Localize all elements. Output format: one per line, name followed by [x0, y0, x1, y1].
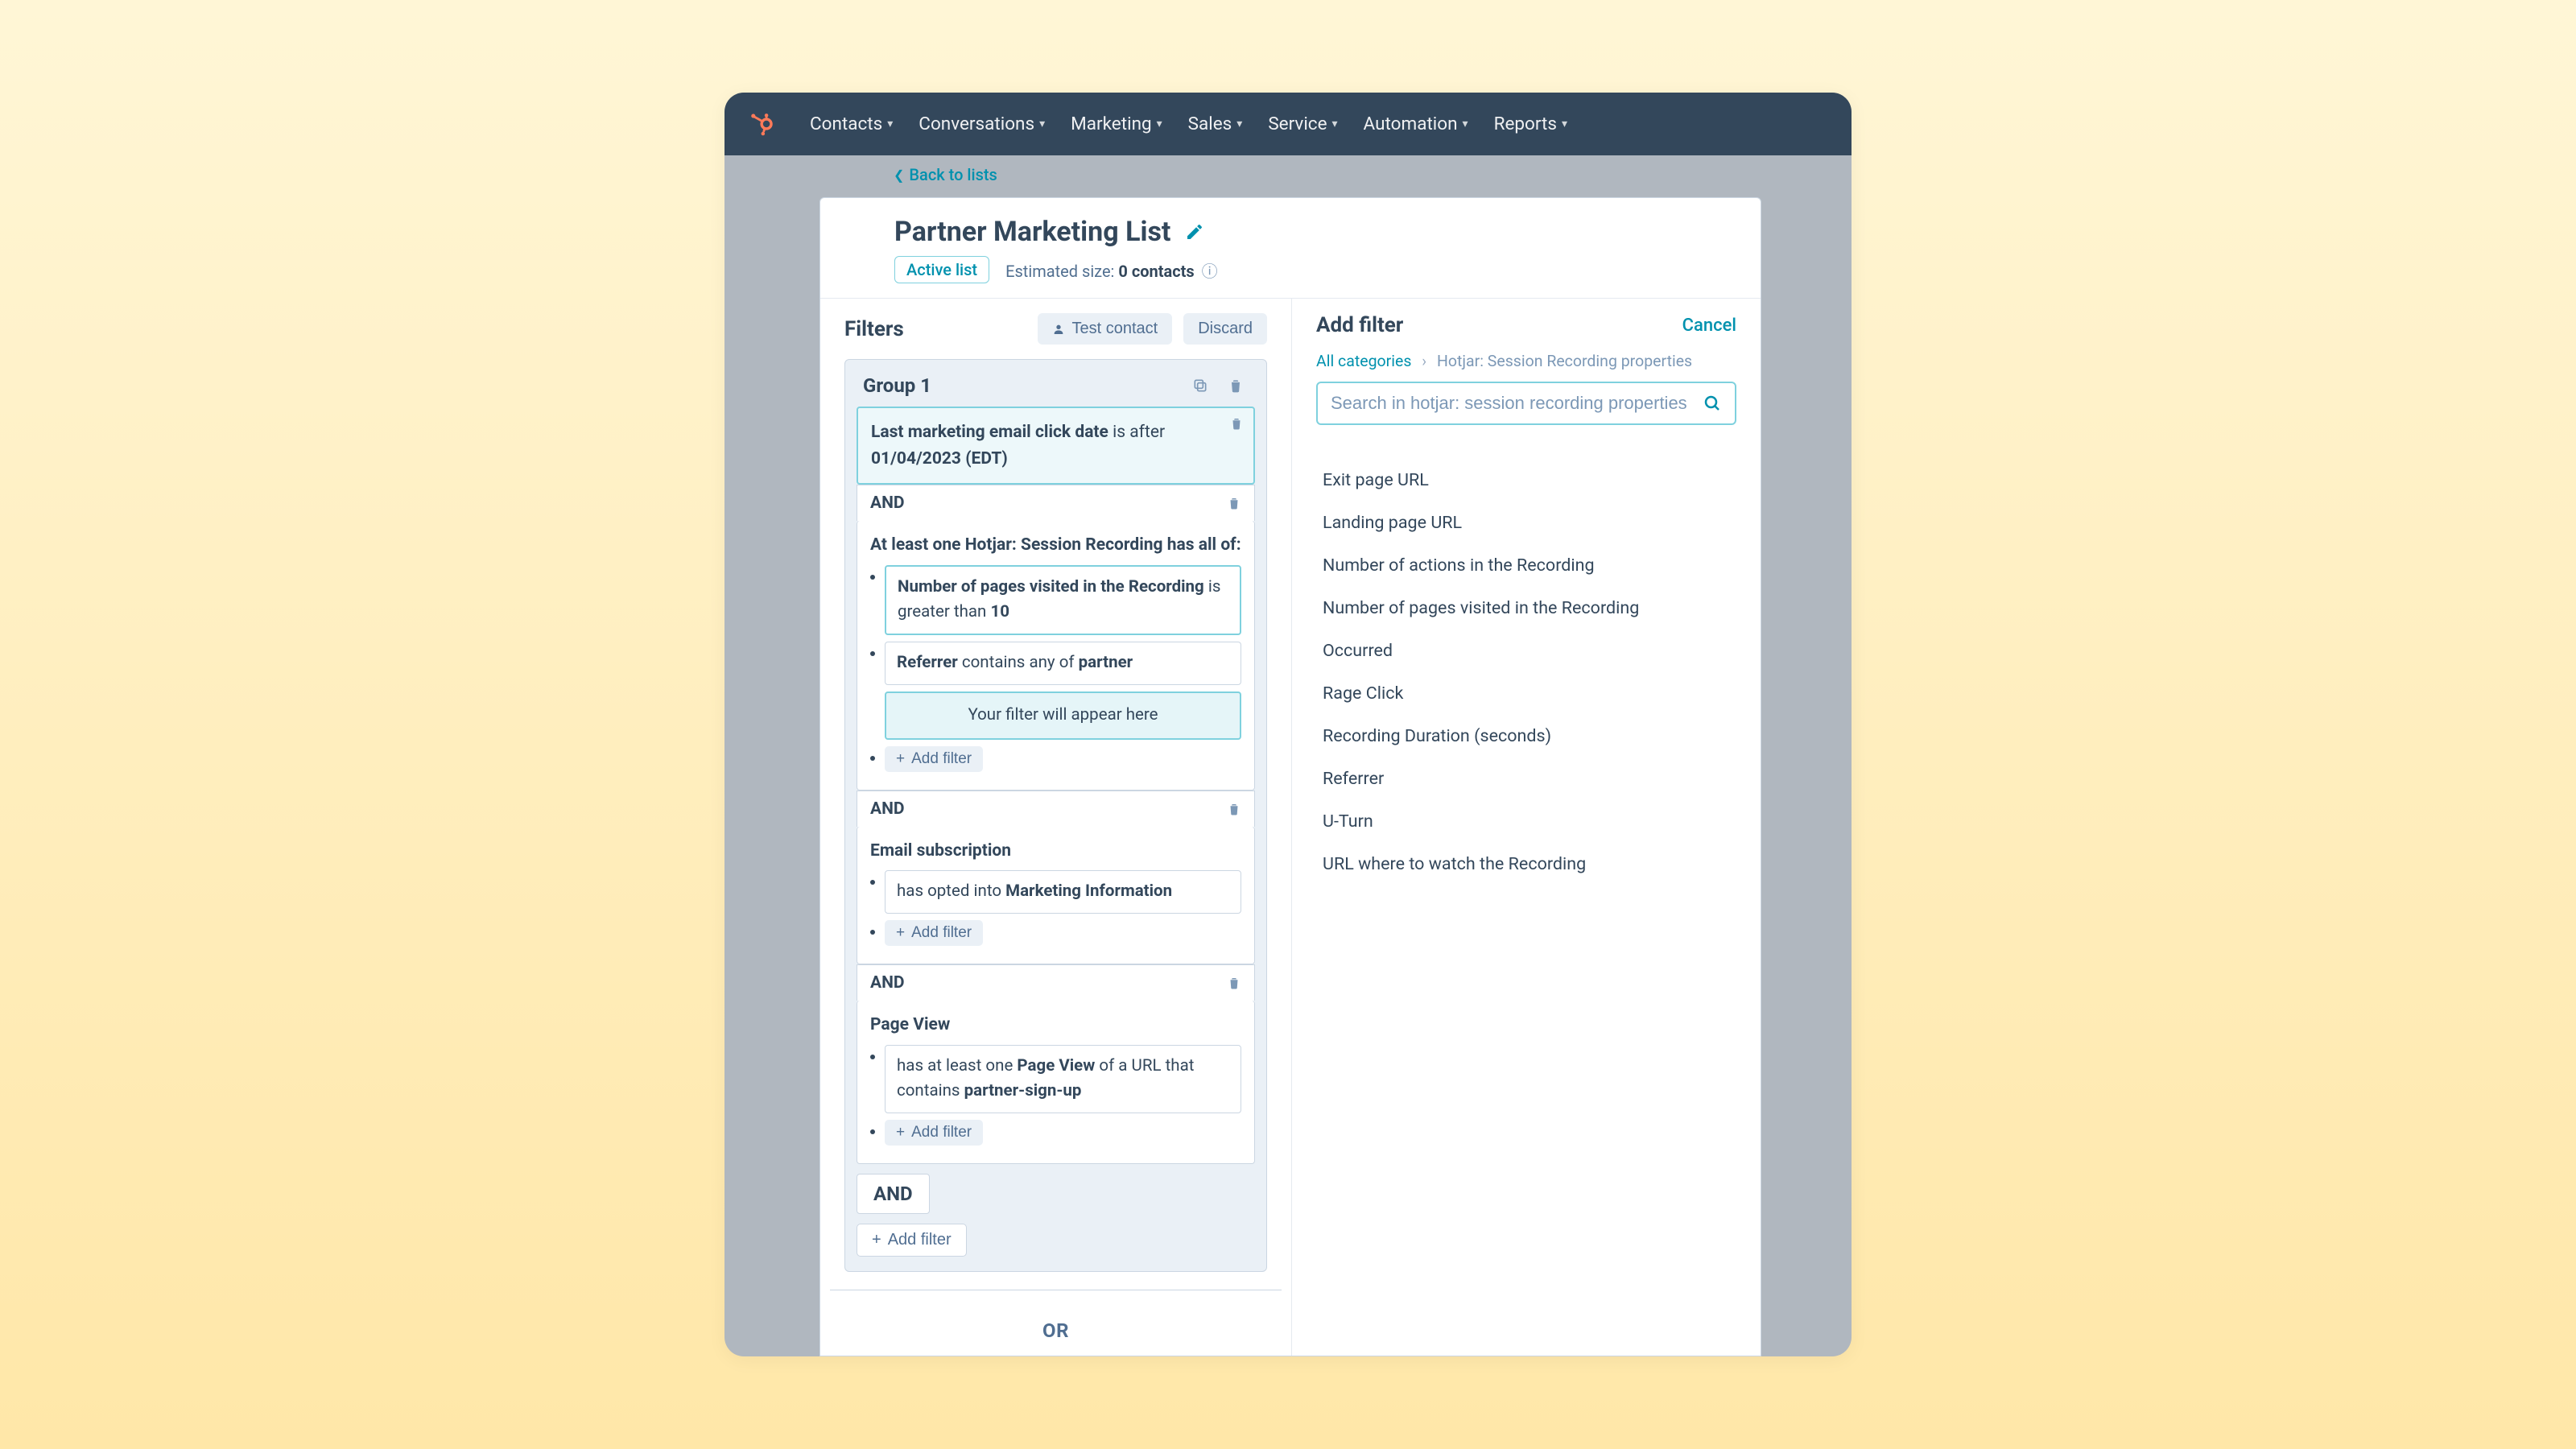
and-separator: AND — [857, 485, 1255, 521]
breadcrumb: All categories › Hotjar: Session Recordi… — [1316, 352, 1736, 370]
nested-condition[interactable]: Number of pages visited in the Recording… — [885, 565, 1241, 636]
search-input[interactable] — [1331, 393, 1695, 414]
chevron-down-icon: ▾ — [1039, 118, 1045, 130]
chevron-down-icon: ▾ — [1332, 118, 1338, 130]
property-option[interactable]: Number of pages visited in the Recording — [1316, 587, 1736, 630]
person-icon — [1052, 323, 1065, 336]
info-icon[interactable]: ⓘ — [1202, 262, 1218, 281]
search-icon — [1703, 394, 1722, 413]
stage: ❮ Back to lists Partner Marketing List A… — [724, 155, 1852, 1356]
bullet-icon — [870, 1055, 875, 1059]
trash-icon[interactable] — [1223, 376, 1249, 395]
nav-service[interactable]: Service▾ — [1268, 114, 1337, 134]
nav-contacts[interactable]: Contacts▾ — [810, 114, 893, 134]
property-option[interactable]: URL where to watch the Recording — [1316, 843, 1736, 886]
back-link-label: Back to lists — [909, 165, 997, 184]
property-option[interactable]: Referrer — [1316, 758, 1736, 800]
property-option[interactable]: Exit page URL — [1316, 459, 1736, 502]
property-option[interactable]: Landing page URL — [1316, 502, 1736, 544]
add-filter-column: Add filter Cancel All categories › Hotja… — [1292, 299, 1761, 1356]
chevron-right-icon: › — [1422, 352, 1426, 370]
or-separator: OR — [844, 1308, 1267, 1342]
add-filter-button[interactable]: +Add filter — [885, 1120, 983, 1146]
trash-icon[interactable] — [1229, 416, 1244, 431]
chevron-down-icon: ▾ — [1562, 118, 1567, 130]
and-separator: AND — [857, 791, 1255, 827]
and-separator: AND — [857, 964, 1255, 1001]
plus-icon: + — [872, 1231, 881, 1249]
bullet-icon — [870, 1129, 875, 1134]
bullet-icon — [870, 880, 875, 885]
bullet-icon — [870, 756, 875, 761]
filters-column: Filters Test contact Discard Group 1 — [820, 299, 1292, 1356]
nested-condition[interactable]: has opted into Marketing Information — [885, 870, 1241, 914]
nav-automation[interactable]: Automation▾ — [1364, 114, 1468, 134]
property-search[interactable] — [1316, 382, 1736, 425]
trash-icon[interactable] — [1227, 802, 1241, 816]
hubspot-logo-icon — [747, 110, 774, 138]
filter-placeholder: Your filter will appear here — [885, 691, 1241, 740]
page-title: Partner Marketing List — [894, 216, 1170, 248]
plus-icon: + — [896, 924, 905, 942]
nav-marketing[interactable]: Marketing▾ — [1071, 114, 1162, 134]
condition-card[interactable]: Last marketing email click date is after… — [857, 407, 1255, 485]
nested-condition[interactable]: Referrer contains any of partner — [885, 642, 1241, 685]
condition-card[interactable]: Page View has at least one Page View of … — [857, 1001, 1255, 1164]
property-option[interactable]: U-Turn — [1316, 800, 1736, 843]
property-option[interactable]: Recording Duration (seconds) — [1316, 715, 1736, 758]
crumb-root[interactable]: All categories — [1316, 352, 1411, 370]
main-panel: Partner Marketing List Active list Estim… — [819, 197, 1761, 1356]
trash-icon[interactable] — [1227, 976, 1241, 990]
condition-card[interactable]: Email subscription has opted into Market… — [857, 827, 1255, 964]
crumb-current: Hotjar: Session Recording properties — [1437, 352, 1692, 370]
property-option[interactable]: Number of actions in the Recording — [1316, 544, 1736, 587]
condition-card[interactable]: At least one Hotjar: Session Recording h… — [857, 521, 1255, 791]
panel-header: Partner Marketing List Active list Estim… — [820, 198, 1761, 299]
top-nav: Contacts▾ Conversations▾ Marketing▾ Sale… — [724, 93, 1852, 155]
plus-icon: + — [896, 750, 905, 768]
filters-title: Filters — [844, 317, 904, 341]
edit-icon[interactable] — [1185, 222, 1204, 242]
plus-icon: + — [896, 1124, 905, 1141]
property-option[interactable]: Rage Click — [1316, 672, 1736, 715]
add-filter-title: Add filter — [1316, 313, 1403, 337]
app-window: Contacts▾ Conversations▾ Marketing▾ Sale… — [724, 93, 1852, 1356]
and-chip: AND — [857, 1174, 930, 1214]
chevron-down-icon: ▾ — [1463, 118, 1468, 130]
bullet-icon — [870, 575, 875, 580]
add-filter-button[interactable]: +Add filter — [885, 920, 983, 946]
chevron-down-icon: ▾ — [1157, 118, 1162, 130]
add-filter-button[interactable]: +Add filter — [857, 1224, 967, 1257]
cancel-link[interactable]: Cancel — [1682, 316, 1736, 336]
test-contact-button[interactable]: Test contact — [1038, 313, 1172, 345]
property-list: Exit page URL Landing page URL Number of… — [1316, 459, 1736, 886]
group-title: Group 1 — [863, 374, 931, 397]
chevron-left-icon: ❮ — [894, 167, 904, 183]
add-filter-button[interactable]: +Add filter — [885, 746, 983, 772]
clone-icon[interactable] — [1187, 376, 1213, 395]
nav-reports[interactable]: Reports▾ — [1494, 114, 1567, 134]
filter-group-1: Group 1 — [844, 359, 1267, 1272]
estimated-size: Estimated size: 0 contacts ⓘ — [1005, 258, 1218, 282]
chevron-down-icon: ▾ — [887, 118, 893, 130]
bullet-icon — [870, 651, 875, 656]
nav-conversations[interactable]: Conversations▾ — [919, 114, 1045, 134]
property-option[interactable]: Occurred — [1316, 630, 1736, 672]
active-list-chip[interactable]: Active list — [894, 256, 989, 283]
discard-button[interactable]: Discard — [1183, 313, 1267, 345]
trash-icon[interactable] — [1227, 496, 1241, 510]
bullet-icon — [870, 930, 875, 935]
nav-sales[interactable]: Sales▾ — [1188, 114, 1243, 134]
back-to-lists-link[interactable]: ❮ Back to lists — [894, 165, 997, 184]
chevron-down-icon: ▾ — [1236, 118, 1242, 130]
nested-condition[interactable]: has at least one Page View of a URL that… — [885, 1045, 1241, 1114]
